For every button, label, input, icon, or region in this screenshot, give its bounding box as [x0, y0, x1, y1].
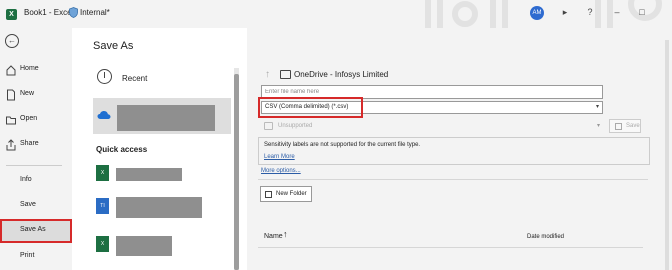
cloud-icon [97, 111, 111, 119]
quick-access-item[interactable]: X [96, 232, 231, 256]
restore-icon[interactable]: □ [636, 7, 648, 17]
new-file-icon [7, 89, 15, 101]
sensitivity-label[interactable]: Internal* [80, 8, 110, 17]
highlight-box [258, 97, 363, 118]
window-title: Book1 - Excel [24, 8, 74, 17]
nav-home-label: Home [20, 65, 39, 72]
clock-icon [97, 69, 112, 84]
nav-home[interactable]: Home [0, 61, 72, 79]
recent-label: Recent [122, 74, 148, 83]
folder-icon [280, 70, 291, 79]
quick-access-item[interactable]: TI [96, 194, 231, 218]
floppy-icon [615, 123, 622, 130]
help-icon[interactable]: ? [584, 7, 596, 17]
location-onedrive[interactable] [93, 98, 231, 134]
nav-save-label: Save [20, 201, 36, 208]
up-arrow-icon[interactable]: ↑ [265, 69, 270, 80]
shield-icon [69, 7, 78, 18]
excel-logo-icon: X [6, 9, 17, 20]
chevron-down-icon: ▾ [595, 104, 599, 110]
quick-access-item[interactable]: X [96, 161, 231, 185]
sort-ascending-icon[interactable]: ↑ [283, 229, 288, 239]
backstage-nav: ← Home New Open Share Info Save Save As … [0, 28, 72, 270]
page-title: Save As [93, 40, 134, 52]
divider [258, 179, 648, 180]
chevron-down-icon: ▾ [596, 123, 600, 129]
learn-more-link[interactable]: Learn More [264, 154, 295, 160]
nav-info-label: Info [20, 176, 32, 183]
nav-print[interactable]: Print [0, 248, 72, 266]
quick-access-heading: Quick access [96, 145, 148, 154]
column-header-name[interactable]: Name [264, 233, 283, 240]
nav-open-label: Open [20, 115, 38, 122]
redacted-name [116, 197, 202, 218]
back-arrow-icon[interactable]: ← [5, 34, 19, 48]
redacted-name [116, 236, 172, 256]
title-bar: X Book1 - Excel Internal* AM ▸ ? – □ [0, 0, 672, 28]
sensitivity-select: Unsupported ▾ [261, 119, 603, 133]
location-recent[interactable]: Recent [93, 66, 231, 92]
locations-scrollbar[interactable] [234, 68, 239, 270]
share-icon [6, 139, 16, 151]
present-icon[interactable]: ▸ [559, 7, 571, 18]
nav-divider [6, 165, 62, 166]
scrollbar-thumb[interactable] [234, 74, 239, 270]
sensitivity-value: Unsupported [278, 123, 313, 129]
excel-file-icon: X [96, 236, 109, 252]
redacted-name [117, 105, 215, 131]
panel-scrollbar[interactable] [665, 40, 669, 270]
new-folder-label: New Folder [276, 191, 307, 197]
more-options-link[interactable]: More options... [261, 168, 301, 174]
redacted-name [116, 168, 182, 181]
nav-save[interactable]: Save [0, 197, 72, 215]
nav-save-as[interactable]: Save As [0, 219, 72, 243]
minimize-icon[interactable]: – [611, 7, 623, 17]
nav-share[interactable]: Share [0, 136, 72, 154]
nav-share-label: Share [20, 140, 39, 147]
excel-file-icon: X [96, 165, 109, 181]
tag-icon [264, 122, 273, 130]
current-location[interactable]: OneDrive - Infosys Limited [294, 70, 388, 79]
nav-info[interactable]: Info [0, 172, 72, 190]
sensitivity-notice: Sensitivity labels are not supported for… [258, 137, 650, 165]
nav-new-label: New [20, 90, 35, 97]
new-folder-button[interactable]: New Folder [260, 186, 312, 202]
save-button[interactable]: Save [609, 119, 641, 133]
save-button-label: Save [626, 123, 640, 129]
nav-print-label: Print [20, 252, 35, 259]
user-avatar[interactable]: AM [530, 6, 544, 20]
nav-new[interactable]: New [0, 86, 72, 104]
home-icon [6, 65, 16, 76]
nav-open[interactable]: Open [0, 111, 72, 129]
column-header-date[interactable]: Date modified [527, 234, 564, 240]
team-icon: TI [96, 198, 109, 214]
nav-save-as-label: Save As [20, 226, 46, 233]
new-folder-icon [265, 191, 272, 198]
open-folder-icon [6, 116, 16, 125]
header-divider [258, 247, 643, 248]
notice-text: Sensitivity labels are not supported for… [264, 142, 421, 148]
